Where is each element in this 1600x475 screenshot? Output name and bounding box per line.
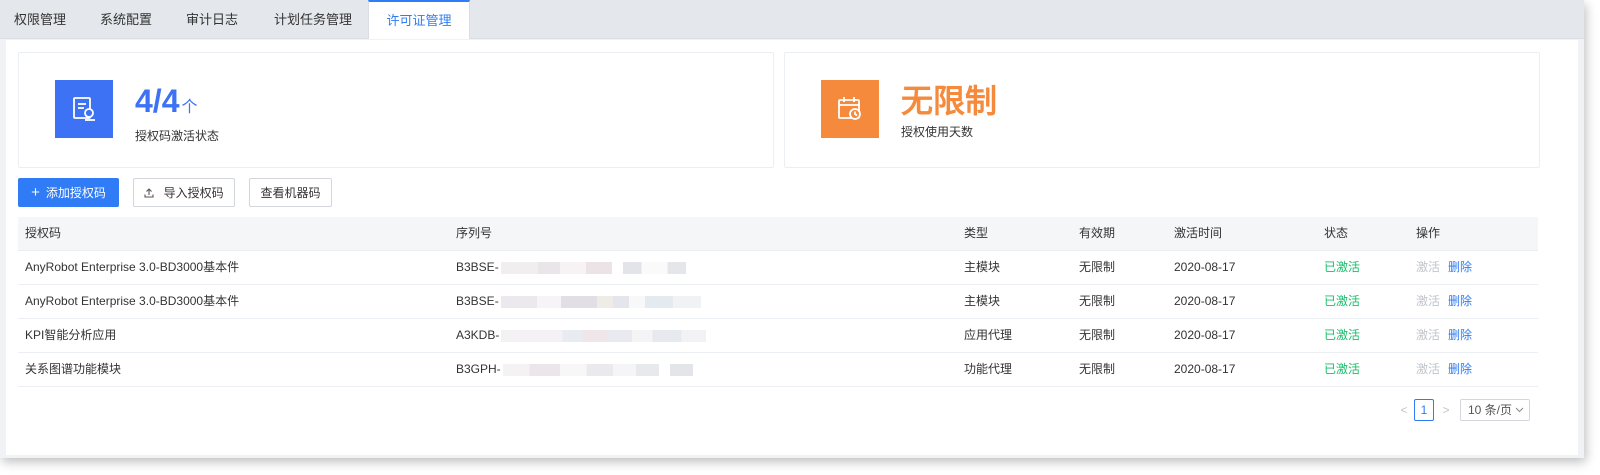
plus-icon: + [31, 184, 40, 201]
header-serial: 序列号 [456, 226, 493, 240]
tab-audit-log[interactable]: 审计日志 [172, 0, 252, 38]
table-header: 授权码 序列号 类型 有效期 激活时间 状态 操作 [18, 217, 1538, 251]
row-actions: 激活 删除 [1416, 319, 1472, 352]
activate-link[interactable]: 激活 [1416, 294, 1440, 308]
tab-license-management[interactable]: 许可证管理 [368, 0, 470, 39]
page-size-select[interactable]: 10 条/页 [1460, 399, 1530, 421]
header-code: 授权码 [25, 226, 62, 240]
license-document-icon [55, 80, 113, 138]
redacted-serial [502, 363, 693, 376]
row-activated-time: 2020-08-17 [1174, 328, 1236, 342]
row-actions: 激活 删除 [1416, 251, 1472, 284]
redacted-serial [500, 295, 701, 308]
add-license-button[interactable]: + 添加授权码 [18, 178, 119, 207]
row-validity: 无限制 [1079, 362, 1116, 376]
usage-days-label: 授权使用天数 [901, 125, 974, 139]
upload-icon [144, 186, 157, 200]
table-row: 关系图谱功能模块 B3GPH- 功能代理 无限制 2020-08-17 已激活 … [18, 353, 1538, 387]
calendar-clock-icon [821, 80, 879, 138]
app-window: 权限管理 系统配置 审计日志 计划任务管理 许可证管理 4/4 个 授权码激活状态 [0, 0, 1584, 458]
row-serial: A3KDB- [456, 319, 707, 352]
header-status: 状态 [1324, 226, 1349, 240]
activate-link[interactable]: 激活 [1416, 328, 1440, 342]
row-code: AnyRobot Enterprise 3.0-BD3000基本件 [25, 260, 240, 274]
row-serial: B3BSE- [456, 285, 701, 318]
row-code: 关系图谱功能模块 [25, 362, 122, 376]
activate-link[interactable]: 激活 [1416, 362, 1440, 376]
row-actions: 激活 删除 [1416, 285, 1472, 318]
chevron-down-icon [1515, 400, 1524, 420]
view-machine-code-button[interactable]: 查看机器码 [249, 178, 332, 207]
row-serial: B3GPH- [456, 353, 693, 386]
status-badge: 已激活 [1324, 328, 1361, 342]
row-validity: 无限制 [1079, 260, 1116, 274]
delete-link[interactable]: 删除 [1448, 328, 1472, 342]
row-activated-time: 2020-08-17 [1174, 362, 1236, 376]
next-page-button[interactable]: > [1438, 399, 1454, 421]
row-type: 功能代理 [964, 362, 1013, 376]
row-actions: 激活 删除 [1416, 353, 1472, 386]
prev-page-button[interactable]: < [1396, 399, 1412, 421]
row-validity: 无限制 [1079, 328, 1116, 342]
activate-link[interactable]: 激活 [1416, 260, 1440, 274]
row-code: AnyRobot Enterprise 3.0-BD3000基本件 [25, 294, 240, 308]
usage-days-card: 无限制 授权使用天数 [784, 52, 1540, 168]
status-badge: 已激活 [1324, 362, 1361, 376]
header-type: 类型 [964, 226, 989, 240]
status-badge: 已激活 [1324, 260, 1361, 274]
row-validity: 无限制 [1079, 294, 1116, 308]
row-type: 应用代理 [964, 328, 1013, 342]
usage-days-value: 无限制 [901, 83, 998, 119]
status-badge: 已激活 [1324, 294, 1361, 308]
tab-scheduled-tasks[interactable]: 计划任务管理 [258, 0, 368, 38]
table-row: AnyRobot Enterprise 3.0-BD3000基本件 B3BSE-… [18, 251, 1538, 285]
redacted-serial [501, 329, 707, 342]
row-serial: B3BSE- [456, 251, 686, 284]
row-type: 主模块 [964, 294, 1001, 308]
header-validity: 有效期 [1079, 226, 1116, 240]
import-license-button[interactable]: 导入授权码 [133, 178, 235, 207]
row-type: 主模块 [964, 260, 1001, 274]
row-activated-time: 2020-08-17 [1174, 294, 1236, 308]
tab-system-config[interactable]: 系统配置 [86, 0, 166, 38]
header-activated-time: 激活时间 [1174, 226, 1223, 240]
delete-link[interactable]: 删除 [1448, 260, 1472, 274]
page-1-button[interactable]: 1 [1414, 399, 1434, 421]
delete-link[interactable]: 删除 [1448, 294, 1472, 308]
license-table: 授权码 序列号 类型 有效期 激活时间 状态 操作 AnyRobot Enter… [18, 217, 1538, 387]
delete-link[interactable]: 删除 [1448, 362, 1472, 376]
activation-count: 4/4 个 [135, 83, 198, 119]
table-row: KPI智能分析应用 A3KDB- 应用代理 无限制 2020-08-17 已激活… [18, 319, 1538, 353]
tab-permissions[interactable]: 权限管理 [0, 0, 80, 38]
header-actions: 操作 [1416, 226, 1441, 240]
tab-bar: 权限管理 系统配置 审计日志 计划任务管理 许可证管理 [0, 0, 1584, 39]
row-activated-time: 2020-08-17 [1174, 260, 1236, 274]
redacted-serial [500, 261, 686, 274]
table-row: AnyRobot Enterprise 3.0-BD3000基本件 B3BSE-… [18, 285, 1538, 319]
activation-status-card: 4/4 个 授权码激活状态 [18, 52, 774, 168]
activation-status-label: 授权码激活状态 [135, 129, 220, 143]
license-panel: 4/4 个 授权码激活状态 无限制 授权使用天数 + 添加授权码 导入授权码 查… [6, 40, 1578, 455]
row-code: KPI智能分析应用 [25, 328, 117, 342]
